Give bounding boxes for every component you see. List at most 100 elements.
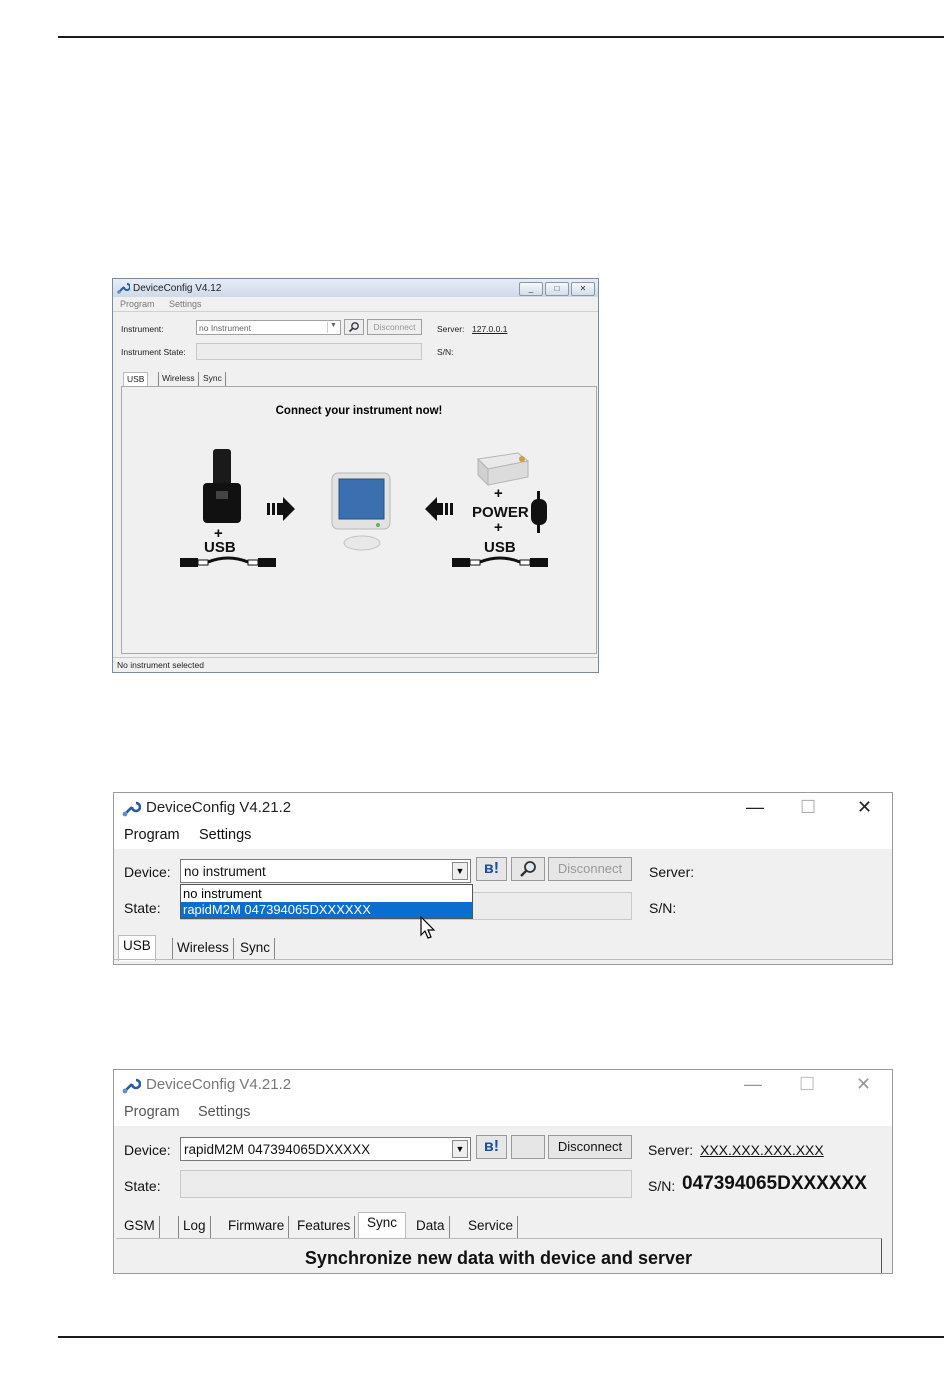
device-label: Device: — [124, 1142, 171, 1158]
sn-label: S/N: — [649, 900, 677, 916]
usb-panel: Connect your instrument now! + USB + POW… — [121, 386, 597, 654]
server-link[interactable]: 127.0.0.1 — [472, 324, 507, 334]
tab-service[interactable]: Service — [464, 1216, 519, 1238]
top-rule — [58, 36, 944, 38]
tab-data[interactable]: Data — [412, 1216, 450, 1238]
disconnect-button[interactable]: Disconnect — [367, 319, 422, 335]
server-label: Server: — [649, 864, 695, 880]
tab-panel-edge — [114, 959, 892, 960]
tab-usb[interactable]: USB — [118, 935, 156, 961]
deviceconfig-window-dropdown: DeviceConfig V4.21.2 — ☐ ✕ Program Setti… — [113, 792, 893, 965]
window-title: DeviceConfig V4.21.2 — [146, 1076, 292, 1093]
deviceconfig-window-old: DeviceConfig V4.12 _ □ ✕ Program Setting… — [112, 278, 599, 673]
instrument-label: Instrument: — [121, 324, 164, 334]
server-link[interactable]: XXX.XXX.XXX.XXX — [700, 1142, 824, 1158]
menu-bar: Program Settings — [114, 1100, 892, 1126]
state-label: State: — [124, 1178, 161, 1194]
wrench-icon — [122, 801, 141, 817]
wrench-icon — [122, 1078, 141, 1094]
minimize-button[interactable]: _ — [519, 282, 543, 296]
state-label: State: — [124, 900, 161, 916]
bluetooth-button[interactable]: ʙ! — [476, 857, 507, 881]
close-button[interactable]: ✕ — [856, 1074, 871, 1095]
device-label: Device: — [124, 864, 171, 880]
tab-sync[interactable]: Sync — [358, 1212, 407, 1238]
magnifier-icon — [348, 322, 359, 333]
chevron-down-icon[interactable]: ▼ — [452, 1140, 468, 1158]
sync-panel: Synchronize new data with device and ser… — [116, 1238, 882, 1273]
disconnect-button[interactable]: Disconnect — [548, 857, 632, 881]
minimize-button[interactable]: — — [746, 797, 764, 818]
menu-settings[interactable]: Settings — [169, 299, 202, 309]
tab-wireless[interactable]: Wireless — [158, 372, 199, 386]
close-button[interactable]: ✕ — [857, 797, 872, 818]
tab-sync[interactable]: Sync — [236, 938, 276, 960]
search-button[interactable] — [511, 857, 545, 881]
arrow-left-icon — [425, 497, 453, 521]
sync-headline: Synchronize new data with device and ser… — [304, 1248, 693, 1268]
device-select[interactable]: no instrument ▼ — [180, 859, 471, 883]
plus-right-top: + — [494, 485, 503, 502]
tab-log[interactable]: Log — [178, 1216, 211, 1238]
instrument-state-label: Instrument State: — [121, 347, 186, 357]
search-button[interactable] — [511, 1135, 545, 1159]
status-text: No instrument selected — [117, 660, 204, 670]
dropdown-option[interactable]: no instrument — [181, 886, 472, 902]
status-bar: No instrument selected — [113, 657, 598, 672]
window-title: DeviceConfig V4.21.2 — [146, 799, 292, 816]
device-value: no instrument — [184, 864, 266, 879]
chevron-down-icon[interactable]: ▼ — [452, 862, 468, 880]
tab-sync[interactable]: Sync — [200, 372, 226, 386]
tab-usb[interactable]: USB — [123, 372, 149, 386]
disconnect-button[interactable]: Disconnect — [548, 1135, 632, 1159]
menu-settings[interactable]: Settings — [198, 1104, 250, 1120]
plus-right-bottom: + — [494, 519, 503, 536]
server-label: Server: — [437, 324, 465, 334]
chevron-down-icon[interactable]: ▼ — [327, 322, 339, 333]
power-plug-icon — [531, 491, 547, 533]
menu-program[interactable]: Program — [120, 299, 155, 309]
tab-features[interactable]: Features — [293, 1216, 356, 1238]
tab-firmware[interactable]: Firmware — [224, 1216, 290, 1238]
window-title: DeviceConfig V4.12 — [133, 283, 222, 294]
maximize-button[interactable]: ☐ — [799, 1074, 815, 1095]
state-field — [180, 1170, 632, 1198]
device-value: rapidM2M 047394065DXXXXX — [184, 1142, 371, 1157]
arrow-right-icon — [267, 497, 295, 521]
sn-label: S/N: — [648, 1178, 676, 1194]
deviceconfig-window-connected: DeviceConfig V4.21.2 — ☐ ✕ Program Setti… — [113, 1069, 893, 1274]
title-bar: DeviceConfig V4.12 _ □ ✕ — [113, 279, 598, 297]
search-button[interactable] — [344, 319, 364, 335]
bottom-rule — [58, 1336, 944, 1338]
device-select[interactable]: rapidM2M 047394065DXXXXX ▼ — [180, 1137, 471, 1161]
menu-program[interactable]: Program — [124, 827, 180, 843]
menu-settings[interactable]: Settings — [199, 827, 251, 843]
minimize-button[interactable]: — — [744, 1074, 762, 1095]
maximize-button[interactable]: □ — [545, 282, 569, 296]
connect-headline: Connect your instrument now! — [275, 405, 443, 417]
tab-gsm[interactable]: GSM — [120, 1216, 160, 1238]
server-label: Server: — [648, 1142, 694, 1158]
instrument-value: no Instrument — [199, 323, 251, 333]
menu-bar: Program Settings — [113, 297, 598, 312]
maximize-button[interactable]: ☐ — [800, 797, 816, 818]
bluetooth-button[interactable]: ʙ! — [476, 1135, 507, 1159]
mouse-cursor-icon — [420, 916, 436, 939]
device-dropdown-list: no instrument rapidM2M 047394065DXXXXXX — [180, 884, 473, 919]
instrument-state-field — [196, 343, 422, 360]
sn-value: 047394065DXXXXXX — [682, 1173, 867, 1194]
tab-wireless[interactable]: Wireless — [172, 938, 234, 960]
instrument-cradle-icon — [203, 449, 241, 523]
close-button[interactable]: ✕ — [571, 282, 595, 296]
magnifier-icon — [520, 861, 536, 877]
menu-program[interactable]: Program — [124, 1104, 180, 1120]
usb-cable-icon — [452, 556, 548, 567]
instrument-select[interactable]: no Instrument ▼ — [196, 320, 341, 335]
sn-label: S/N: — [437, 347, 454, 357]
title-bar: DeviceConfig V4.21.2 — ☐ ✕ — [114, 793, 892, 823]
menu-bar: Program Settings — [114, 823, 892, 849]
computer-monitor-icon — [331, 472, 391, 551]
m2m-modem-icon — [476, 452, 530, 487]
wrench-icon — [117, 283, 130, 294]
title-bar: DeviceConfig V4.21.2 — ☐ ✕ — [114, 1070, 892, 1100]
